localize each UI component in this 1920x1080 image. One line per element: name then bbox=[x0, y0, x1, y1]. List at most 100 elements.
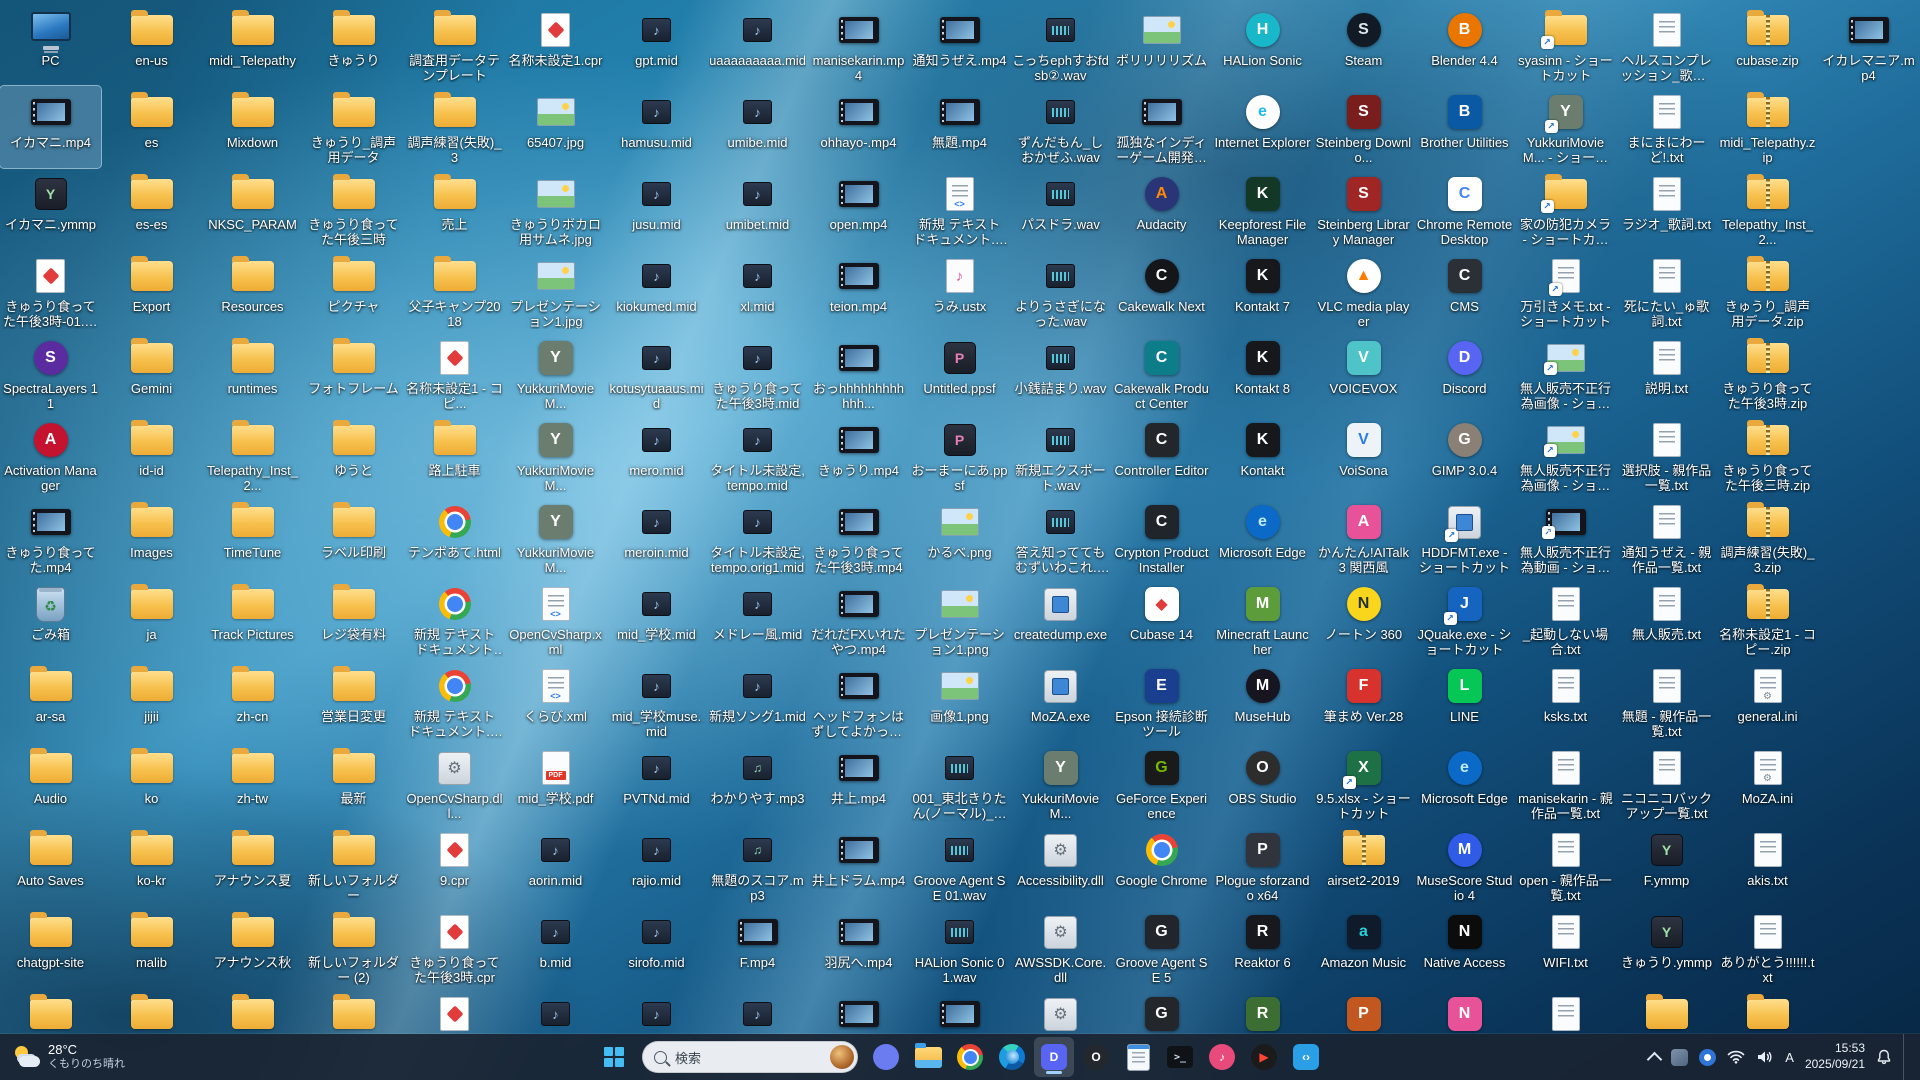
desktop-icon[interactable]: manisekarin - 親作品一覧.txt bbox=[1515, 742, 1616, 824]
desktop-icon[interactable]: ◆Cubase 14 bbox=[1111, 578, 1212, 660]
desktop-icon[interactable]: 新規 テキスト ドキュメント (2).html bbox=[404, 578, 505, 660]
desktop-icon[interactable]: 調査用データテンプレート bbox=[404, 4, 505, 86]
desktop-icon[interactable]: 羽尻へ.mp4 bbox=[808, 906, 909, 988]
desktop-icon[interactable]: ko-kr bbox=[101, 824, 202, 906]
desktop-icon[interactable]: 新規エクスポート.wav bbox=[1010, 414, 1111, 496]
desktop-icon[interactable]: Track Pictures bbox=[202, 578, 303, 660]
desktop-icon[interactable]: Aかんたん!AITalk 3 関西風 bbox=[1313, 496, 1414, 578]
desktop-icon[interactable]: プレゼンテーション1.jpg bbox=[505, 250, 606, 332]
desktop-icon[interactable]: ピクチャ bbox=[303, 250, 404, 332]
volume-icon[interactable] bbox=[1756, 1050, 1774, 1064]
desktop-icon[interactable]: cubase.zip bbox=[1717, 4, 1818, 86]
desktop-icon[interactable]: 新規 テキスト ドキュメント.musicxml bbox=[909, 168, 1010, 250]
desktop-icon[interactable]: きゅうり食ってた午後3時.zip bbox=[1717, 332, 1818, 414]
notification-bell-icon[interactable] bbox=[1876, 1049, 1892, 1065]
desktop-icon[interactable]: 答え知っててもむずいわこれ.wav bbox=[1010, 496, 1111, 578]
desktop-icon[interactable]: 新しいフォルダー (2) bbox=[303, 906, 404, 988]
desktop-icon[interactable] bbox=[0, 988, 101, 1034]
desktop-icon[interactable]: AWSSDK.Core.dll bbox=[1010, 906, 1111, 988]
desktop-icon[interactable]: 死にたい_ゅ歌詞.txt bbox=[1616, 250, 1717, 332]
desktop-icon[interactable]: きゅうり食ってた午後三時.zip bbox=[1717, 414, 1818, 496]
desktop-icon[interactable]: malib bbox=[101, 906, 202, 988]
desktop-icon[interactable]: OpenCvSharp.xml bbox=[505, 578, 606, 660]
desktop-icon[interactable]: MoZA.ini bbox=[1717, 742, 1818, 824]
desktop-icon[interactable] bbox=[404, 988, 505, 1034]
desktop-icon[interactable]: ksks.txt bbox=[1515, 660, 1616, 742]
desktop-icon[interactable]: Resources bbox=[202, 250, 303, 332]
wifi-icon[interactable] bbox=[1727, 1050, 1745, 1064]
desktop-icon[interactable]: WIFI.txt bbox=[1515, 906, 1616, 988]
desktop-icon[interactable]: CChrome Remote Desktop bbox=[1414, 168, 1515, 250]
desktop-icon[interactable]: aorin.mid bbox=[505, 824, 606, 906]
start-button[interactable] bbox=[594, 1037, 634, 1077]
desktop-icon[interactable]: わかりやす.mp3 bbox=[707, 742, 808, 824]
desktop-icon[interactable]: きゅうりボカロ用サムネ.jpg bbox=[505, 168, 606, 250]
desktop-icon[interactable]: es bbox=[101, 86, 202, 168]
desktop-icon[interactable]: Auto Saves bbox=[0, 824, 101, 906]
desktop-icon[interactable]: OpenCvSharp.dll... bbox=[404, 742, 505, 824]
desktop-icon[interactable]: PC bbox=[0, 4, 101, 86]
taskbar-youtube-music[interactable]: ▶ bbox=[1244, 1037, 1284, 1077]
desktop-icon[interactable]: P bbox=[1313, 988, 1414, 1034]
desktop-icon[interactable]: YYukkuriMovieM... bbox=[1010, 742, 1111, 824]
desktop-icon[interactable]: Audio bbox=[0, 742, 101, 824]
desktop-icon[interactable]: sirofo.mid bbox=[606, 906, 707, 988]
desktop-icon[interactable]: YYukkuriMovieM... bbox=[505, 496, 606, 578]
desktop-icon[interactable]: タイトル未設定, tempo.orig1.mid bbox=[707, 496, 808, 578]
desktop-icon[interactable]: mid_学校.pdf bbox=[505, 742, 606, 824]
desktop-icon[interactable]: まにまにわーど!.txt bbox=[1616, 86, 1717, 168]
desktop-icon[interactable]: 名称未設定1.cpr bbox=[505, 4, 606, 86]
desktop-icon[interactable]: umibe.mid bbox=[707, 86, 808, 168]
desktop-icon[interactable]: きゅうり_調声用データ.zip bbox=[1717, 250, 1818, 332]
desktop-icon[interactable]: G bbox=[1111, 988, 1212, 1034]
desktop-icon[interactable]: ko bbox=[101, 742, 202, 824]
desktop-icon[interactable]: EEpson 接続診断ツール bbox=[1111, 660, 1212, 742]
desktop-icon[interactable]: 孤独なインディーゲーム開発者の一生... bbox=[1111, 86, 1212, 168]
desktop-icon[interactable]: 通知うぜえ - 親作品一覧.txt bbox=[1616, 496, 1717, 578]
desktop-icon[interactable]: meroin.mid bbox=[606, 496, 707, 578]
desktop-icon[interactable]: だれだFXいれたやつ.mp4 bbox=[808, 578, 909, 660]
desktop-icon[interactable]: N bbox=[1414, 988, 1515, 1034]
desktop-icon[interactable]: F筆まめ Ver.28 bbox=[1313, 660, 1414, 742]
desktop-icon[interactable]: manisekarin.mp4 bbox=[808, 4, 909, 86]
desktop-icon[interactable]: CCakewalk Next bbox=[1111, 250, 1212, 332]
desktop-icon[interactable]: ゆうと bbox=[303, 414, 404, 496]
desktop-icon[interactable]: 通知うぜえ.mp4 bbox=[909, 4, 1010, 86]
desktop-icon[interactable]: アナウンス秋 bbox=[202, 906, 303, 988]
desktop-icon[interactable]: VVOICEVOX bbox=[1313, 332, 1414, 414]
desktop-icon[interactable] bbox=[606, 988, 707, 1034]
desktop-icon[interactable]: ラジオ_歌詞.txt bbox=[1616, 168, 1717, 250]
desktop-icon[interactable]: SSpectraLayers 11 bbox=[0, 332, 101, 414]
desktop-icon[interactable]: 売上 bbox=[404, 168, 505, 250]
desktop-icon[interactable]: くらび.xml bbox=[505, 660, 606, 742]
desktop-icon[interactable]: BBrother Utilities bbox=[1414, 86, 1515, 168]
desktop-icon[interactable]: Accessibility.dll bbox=[1010, 824, 1111, 906]
desktop-icon[interactable]: GGIMP 3.0.4 bbox=[1414, 414, 1515, 496]
desktop-icon[interactable]: akis.txt bbox=[1717, 824, 1818, 906]
desktop-icon[interactable]: KKeepforest File Manager bbox=[1212, 168, 1313, 250]
desktop-icon[interactable]: R bbox=[1212, 988, 1313, 1034]
desktop-icon[interactable] bbox=[505, 988, 606, 1034]
taskbar-file-explorer[interactable] bbox=[908, 1037, 948, 1077]
desktop-icon[interactable]: 名称未設定1 - コピー.zip bbox=[1717, 578, 1818, 660]
desktop-icon[interactable]: SSteinberg Library Manager bbox=[1313, 168, 1414, 250]
desktop-icon[interactable]: MMinecraft Launcher bbox=[1212, 578, 1313, 660]
taskbar-discord[interactable]: D bbox=[1034, 1037, 1074, 1077]
desktop-icon[interactable]: chatgpt-site bbox=[0, 906, 101, 988]
desktop-icon[interactable] bbox=[1616, 988, 1717, 1034]
desktop-icon[interactable]: MMuseHub bbox=[1212, 660, 1313, 742]
desktop-icon[interactable]: ↗無人販売不正行為画像 - ショートカット bbox=[1515, 332, 1616, 414]
desktop-icon[interactable]: mid_学校muse.mid bbox=[606, 660, 707, 742]
desktop-icon[interactable]: PPlogue sforzando x64 bbox=[1212, 824, 1313, 906]
desktop-icon[interactable]: GGeForce Experience bbox=[1111, 742, 1212, 824]
desktop-icon[interactable]: zh-cn bbox=[202, 660, 303, 742]
desktop-icon[interactable]: VVoiSona bbox=[1313, 414, 1414, 496]
desktop-icon[interactable]: 最新 bbox=[303, 742, 404, 824]
desktop-icon[interactable]: 画像1.png bbox=[909, 660, 1010, 742]
desktop-icon[interactable]: MoZA.exe bbox=[1010, 660, 1111, 742]
desktop-icon[interactable]: NNative Access bbox=[1414, 906, 1515, 988]
desktop-icon[interactable]: きゅうり食ってた.mp4 bbox=[0, 496, 101, 578]
desktop-icon[interactable]: HHALion Sonic bbox=[1212, 4, 1313, 86]
desktop-icon[interactable]: フォトフレーム bbox=[303, 332, 404, 414]
desktop-icon[interactable]: RReaktor 6 bbox=[1212, 906, 1313, 988]
